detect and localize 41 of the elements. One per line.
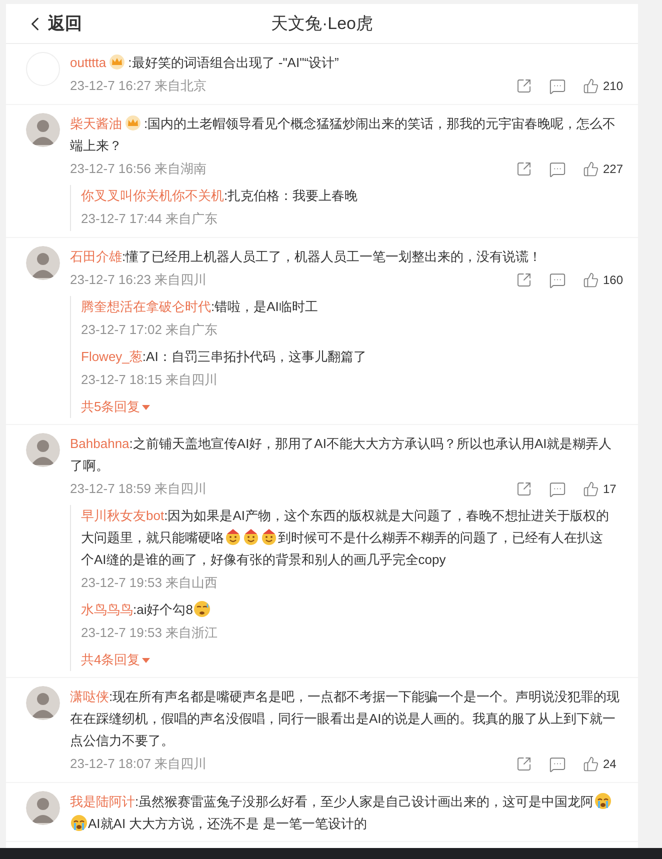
comment-text: 潇哒侠:现在所有声名都是嘴硬声名是吧，一点都不考据一下能骗一个是一个。声明说没犯罪的现在在踩缝纫机，假唱的声名没假唱，同行一眼看出是AI的说是人画的。我真的服了从上到下就一点公信力不要了。 — [70, 688, 621, 750]
user-name[interactable]: 水鸟鸟鸟 — [81, 602, 133, 617]
user-name[interactable]: 我是陆阿计 — [70, 794, 135, 809]
user-name[interactable]: Flowey_葱 — [81, 349, 142, 364]
reply-text: 腾奎想活在拿破仑时代:错啦，是AI临时工 — [81, 298, 319, 316]
like-count: 24 — [603, 756, 618, 773]
comment-text: 石田介雄:懂了已经用上机器人员工了，机器人员工一笔一划整出来的，没有说谎！ — [70, 248, 543, 266]
comment-text: outttta :最好笑的词语组合出现了 -"AI"“设计” — [70, 53, 340, 72]
comment-meta: 23-12-7 16:27 来自北京 — [70, 77, 207, 95]
more-replies-link[interactable]: 共4条回复 — [81, 649, 150, 671]
like-count: 210 — [603, 78, 624, 95]
reply-text: Flowey_葱:AI：自罚三串拓扑代码，这事儿翻篇了 — [81, 348, 368, 366]
reply-meta: 23-12-7 17:02 来自广东 — [81, 321, 219, 339]
like-count: 227 — [603, 161, 624, 178]
reply-meta: 23-12-7 18:15 来自四川 — [81, 371, 219, 389]
user-name[interactable]: 柴天酱油 — [70, 116, 122, 131]
reply-meta: 23-12-7 17:44 来自广东 — [81, 210, 219, 228]
reply-text: 早川秋女友bot:因为如果是AI产物，这个东西的版权就是大问题了，春晚不想扯进关于版权的大问题里，就只能嘴硬咯 到时候可不是什么糊弄不糊弄的问题了，已经有人在扒这个AI缝的是谁的画了，好像有张的背景和别人的画几乎完全copy — [81, 507, 610, 569]
back-button[interactable]: 返回 — [24, 10, 82, 36]
user-name[interactable]: Bahbahna — [70, 436, 130, 451]
comment-text: 柴天酱油 :国内的土老帽领导看见个概念猛猛炒闹出来的笑话，那我的元宇宙春晚呢，怎么不端上来？ — [70, 114, 617, 155]
user-name[interactable]: 早川秋女友bot — [81, 508, 164, 523]
page-title: 天文兔·Leo虎 — [270, 12, 374, 35]
comment-meta: 23-12-7 18:07 来自四川 — [70, 755, 207, 773]
reply-text: 水鸟鸟鸟:ai好个勾8 — [81, 599, 624, 621]
more-replies-link[interactable]: 共5条回复 — [81, 396, 150, 418]
reply-meta: 23-12-7 19:53 来自浙江 — [81, 624, 219, 642]
comment-text: 我是陆阿计:虽然猴赛雷蓝兔子没那么好看，至少人家是自己设计画出来的，这可是中国龙阿 AI就AI 大大方方说，还洗不是 是一笔一笔设计的 — [70, 791, 624, 835]
user-name[interactable]: 你叉叉叫你关机你不关机 — [81, 188, 224, 203]
comment-meta: 23-12-7 18:59 来自四川 — [70, 480, 207, 498]
user-name[interactable]: 潇哒侠 — [70, 689, 109, 704]
reply-meta: 23-12-7 19:53 来自山西 — [81, 574, 219, 592]
reply-text: 你叉叉叫你关机你不关机:扎克伯格：我要上春晚 — [81, 187, 359, 205]
user-name[interactable]: outttta — [70, 55, 106, 70]
like-count: 17 — [603, 481, 618, 498]
comment-meta: 23-12-7 16:56 来自湖南 — [70, 160, 207, 178]
user-name[interactable]: 石田介雄 — [70, 249, 122, 264]
comment-text: Bahbahna:之前铺天盖地宣传AI好，那用了AI不能大大方方承认吗？所以也承认用AI就是糊弄人了啊。 — [70, 435, 613, 475]
user-name[interactable]: 腾奎想活在拿破仑时代 — [81, 299, 211, 314]
like-count: 160 — [603, 272, 624, 289]
comment-meta: 23-12-7 16:23 来自四川 — [70, 271, 207, 289]
